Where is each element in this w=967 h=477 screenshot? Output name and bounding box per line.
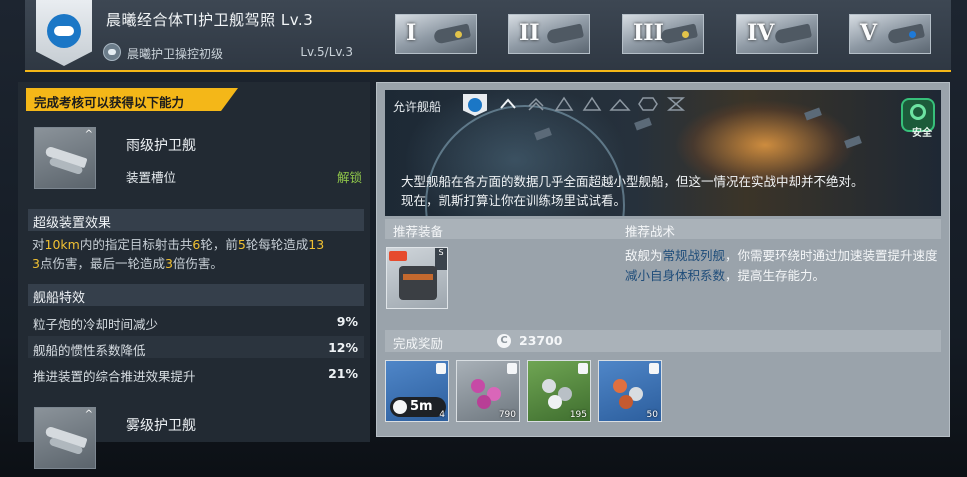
license-emblem-icon: [36, 0, 92, 66]
reward-quantity: 4: [439, 410, 445, 420]
ship-card-fog[interactable]: ^ 雾级护卫舰: [32, 404, 366, 472]
stage-tab-5[interactable]: V: [849, 14, 931, 54]
stage-tab-3[interactable]: III: [622, 14, 704, 54]
trait-row: 粒子炮的冷却时间减少 9%: [33, 314, 358, 332]
lock-icon: [507, 363, 517, 374]
reward-item-metal-ore[interactable]: 195: [527, 360, 591, 422]
reward-item-crystal-ore[interactable]: 790: [456, 360, 520, 422]
safe-zone-label: 安全: [912, 128, 932, 139]
frigate-thumbnail: ^: [34, 127, 96, 189]
reward-quantity: 790: [498, 410, 516, 420]
chevron-up-icon: ^: [84, 129, 93, 140]
completion-reward-header: 完成奖励 C 23700: [385, 330, 941, 352]
ship-card-rain[interactable]: ^ 雨级护卫舰 装置槽位 解锁: [32, 124, 366, 192]
super-device-description: 对10km内的指定目标射击共6轮，前5轮每轮造成13 3点伤害，最后一轮造成3倍伤…: [32, 237, 325, 271]
chevron-up-icon: [497, 94, 519, 114]
ship-name: 雾级护卫舰: [126, 418, 196, 434]
reward-quantity: 50: [646, 410, 658, 420]
license-title: 晨曦经合体TI护卫舰驾照 Lv.3: [106, 11, 314, 29]
credit-amount: 23700: [519, 333, 563, 348]
lock-icon: [578, 363, 588, 374]
recommended-equipment-item[interactable]: S: [386, 247, 448, 309]
lock-icon: [436, 363, 446, 374]
control-skill-icon: [103, 43, 121, 61]
trait-row: 推进装置的综合推进效果提升 21%: [33, 366, 358, 384]
allowed-ships-label: 允许舰船: [393, 100, 442, 114]
double-chevron-icon: [525, 94, 547, 114]
hourglass-class-icon: [665, 94, 687, 114]
wide-triangle-icon: [609, 94, 631, 114]
triangle-class-icon: [553, 94, 575, 114]
super-device-header: 超级装置效果: [28, 209, 364, 231]
slot-label: 装置槽位: [126, 170, 177, 185]
reward-item-speedup[interactable]: 5m 4: [385, 360, 449, 422]
mission-detail-panel: 允许舰船 安全 大型舰船在各方面的数据几乎全面超越小型舰船，但这一情况在实战中却…: [376, 82, 950, 437]
recommendation-header: 推荐装备 推荐战术: [385, 219, 941, 239]
reward-quantity: 195: [569, 410, 587, 420]
hexagon-class-icon: [637, 94, 659, 114]
control-skill-label: 晨曦护卫操控初级: [127, 47, 224, 61]
mission-description: 大型舰船在各方面的数据几乎全面超越小型舰船，但这一情况在实战中却并不绝对。 现在，…: [401, 174, 864, 208]
reward-item-heavy-ore[interactable]: 50: [598, 360, 662, 422]
ship-name: 雨级护卫舰: [126, 138, 196, 154]
recommended-tactic: 敌舰为常规战列舰，你需要环绕时通过加速装置提升速度减小自身体积系数，提高生存能力…: [625, 248, 938, 283]
speedup-boost: 5m: [390, 397, 446, 417]
chevron-up-icon: ^: [84, 409, 93, 420]
abilities-panel: 完成考核可以获得以下能力 ^ 雨级护卫舰 装置槽位 解锁 超级装置效果 对10k…: [18, 82, 370, 469]
stage-tab-1[interactable]: I: [395, 14, 477, 54]
license-header: 晨曦经合体TI护卫舰驾照 Lv.3 晨曦护卫操控初级 Lv.5/Lv.3 I I…: [25, 0, 951, 72]
lock-icon: [649, 363, 659, 374]
triangle-class-icon: [581, 94, 603, 114]
credit-coin-icon: C: [497, 334, 511, 348]
license-subtitle-row: 晨曦护卫操控初级 Lv.5/Lv.3: [103, 42, 353, 62]
ship-traits-header: 舰船特效: [28, 284, 364, 306]
control-skill-level: Lv.5/Lv.3: [300, 45, 353, 59]
mission-hero-image: 允许舰船 安全 大型舰船在各方面的数据几乎全面超越小型舰船，但这一情况在实战中却…: [385, 90, 941, 216]
stage-tab-4[interactable]: IV: [736, 14, 818, 54]
trait-row: 舰船的惯性系数降低 12%: [28, 336, 364, 358]
unlock-status: 解锁: [336, 170, 362, 185]
abilities-banner: 完成考核可以获得以下能力: [26, 88, 238, 111]
frigate-thumbnail: ^: [34, 407, 96, 469]
stage-tab-2[interactable]: II: [508, 14, 590, 54]
